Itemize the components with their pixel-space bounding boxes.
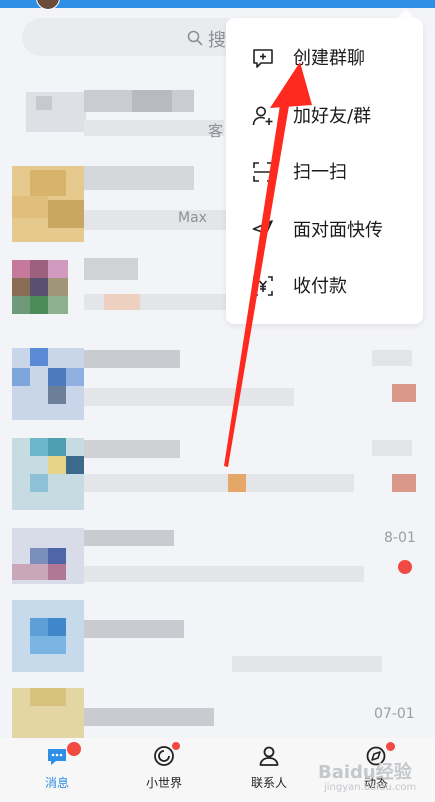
tab-small-world[interactable]: 小世界: [124, 738, 204, 802]
watermark-url: jingyan.baidu.com: [324, 782, 417, 793]
notification-dot: [386, 742, 395, 751]
baidu-watermark: Baidu经验 jingyan.baidu.com: [318, 758, 430, 798]
tab-messages[interactable]: 消息: [17, 738, 97, 802]
message-icon: [48, 749, 66, 765]
tab-label: 联系人: [250, 776, 287, 790]
tab-contacts[interactable]: 联系人: [229, 738, 309, 802]
tab-label: 消息: [44, 776, 69, 790]
unread-badge: [67, 742, 81, 756]
annotation-arrow: [224, 62, 312, 467]
tab-label: 小世界: [145, 776, 182, 790]
notification-dot: [172, 742, 180, 750]
contacts-icon: [259, 746, 279, 766]
watermark-logo: Baidu经验: [318, 762, 412, 783]
